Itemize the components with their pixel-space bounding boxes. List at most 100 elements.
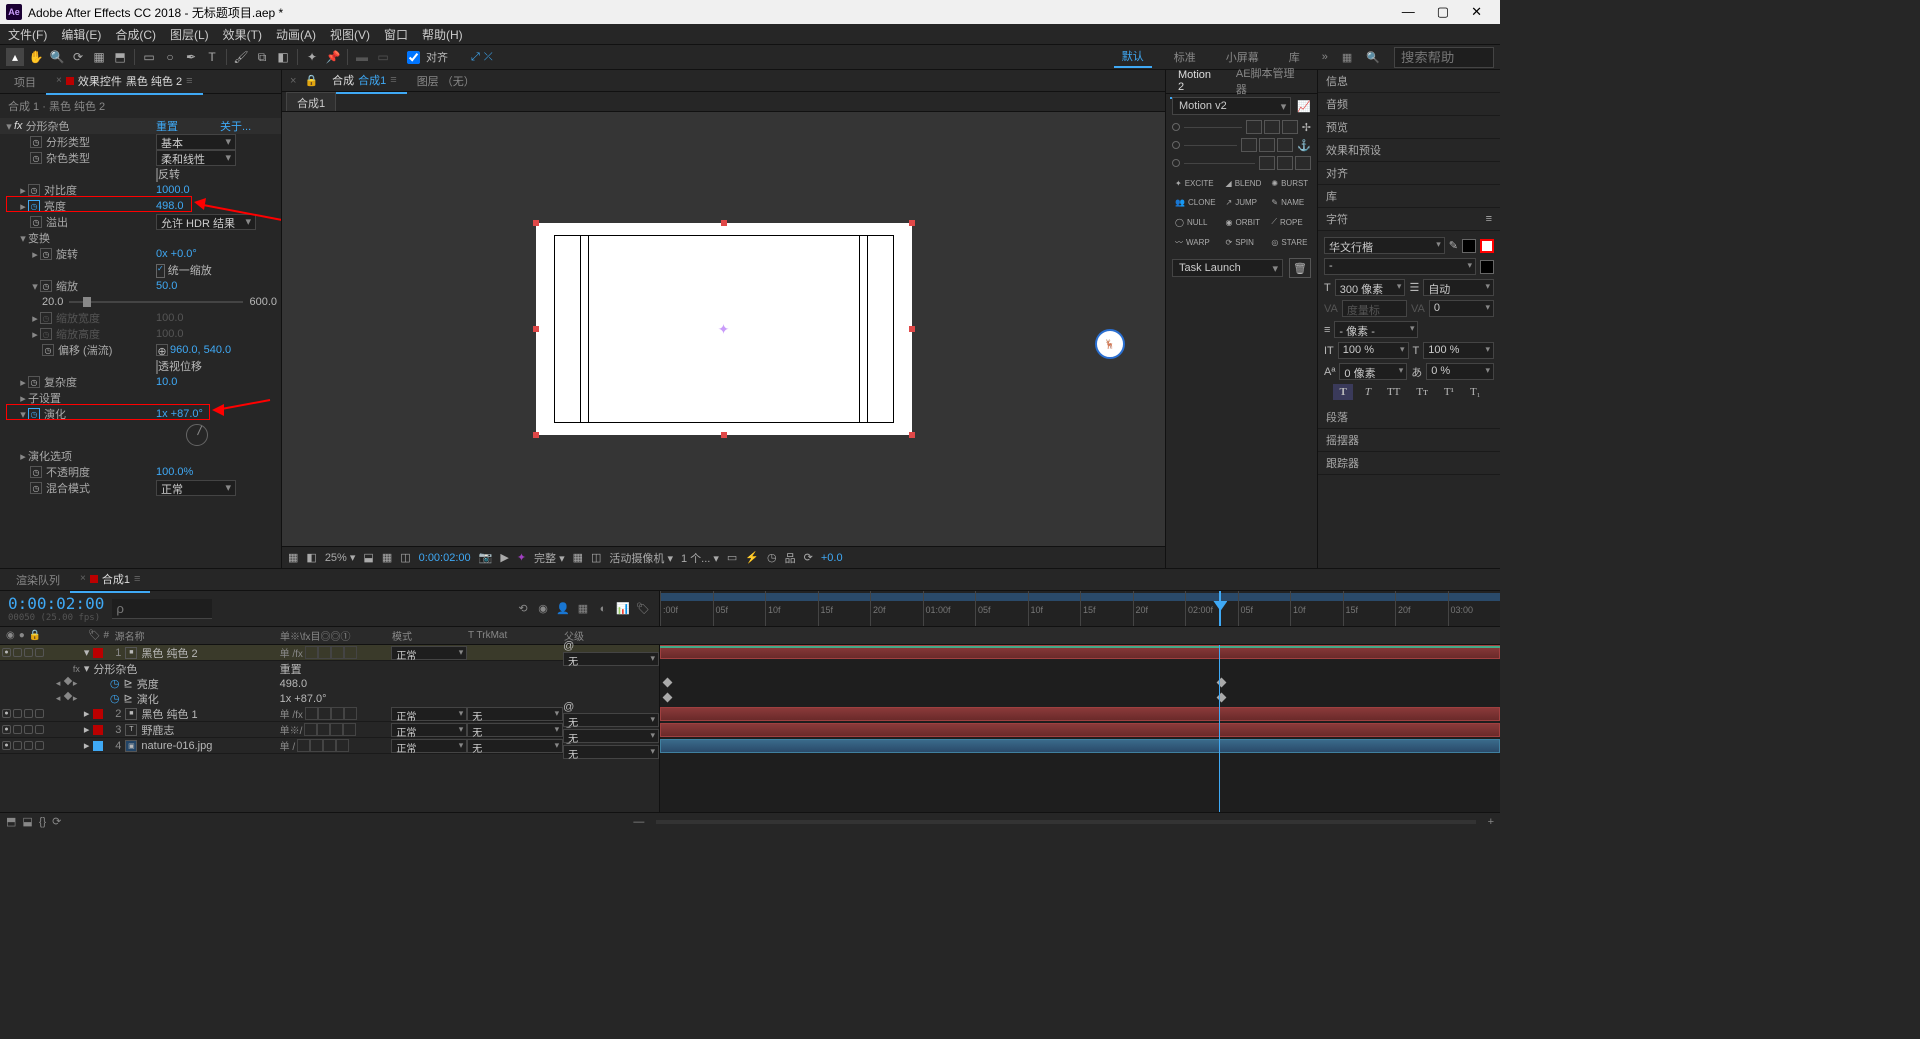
evolution-twirl[interactable]: ▾ <box>18 408 28 421</box>
selection-tool-icon[interactable]: ▴ <box>6 48 24 66</box>
panel-paragraph[interactable]: 段落 <box>1318 406 1500 429</box>
clone-tool-icon[interactable]: ⧉ <box>253 48 271 66</box>
stopwatch-overflow[interactable]: ◷ <box>30 216 42 228</box>
offset-value[interactable]: 960.0, 540.0 <box>170 344 231 356</box>
panel-wiggler[interactable]: 摇摆器 <box>1318 429 1500 452</box>
region-icon[interactable]: ✦ <box>517 551 526 564</box>
eyedropper-icon[interactable]: ✎ <box>1449 239 1458 252</box>
menu-edit[interactable]: 编辑(E) <box>61 26 101 43</box>
anchor-lock-icon[interactable]: ⚓ <box>1297 139 1311 152</box>
anchor-opt-a[interactable] <box>1172 123 1180 131</box>
stopwatch-offset[interactable]: ◷ <box>42 344 54 356</box>
rect-tool-icon[interactable]: ▭ <box>140 48 158 66</box>
brightness-value[interactable]: 498.0 <box>156 200 184 212</box>
tab-render-queue[interactable]: 渲染队列 <box>6 568 70 592</box>
menu-anim[interactable]: 动画(A) <box>276 26 316 43</box>
panel-character[interactable]: 字符 <box>1326 211 1486 227</box>
align-tr[interactable] <box>1282 120 1298 134</box>
views-dd[interactable]: 1 个... ▾ <box>681 550 719 566</box>
minimize-button[interactable]: — <box>1402 4 1415 20</box>
rotation-value[interactable]: 0x +0.0° <box>156 248 197 260</box>
render-icon[interactable]: ⟳ <box>52 815 61 828</box>
panel-library[interactable]: 库 <box>1318 185 1500 208</box>
evolution-dial[interactable] <box>186 424 208 446</box>
graph-editor-icon[interactable]: 📊 <box>615 601 631 617</box>
subscript-button[interactable]: T₁ <box>1466 384 1485 400</box>
tab-layer-none[interactable]: 图层 （无） <box>407 69 485 93</box>
zoom-in-icon[interactable]: + <box>1488 816 1494 828</box>
stopwatch-rotation[interactable]: ◷ <box>40 248 52 260</box>
maximize-button[interactable]: ▢ <box>1437 4 1449 20</box>
search-help-input[interactable] <box>1394 47 1494 68</box>
current-time-indicator[interactable] <box>1219 591 1221 626</box>
visibility-toggle[interactable]: ● <box>2 725 11 734</box>
scale-slider[interactable] <box>69 301 243 303</box>
tag-icon[interactable]: 🏷 <box>635 601 651 617</box>
keyframe-evo-b[interactable] <box>1216 693 1226 703</box>
shy-icon[interactable]: 👤 <box>555 601 571 617</box>
hand-tool-icon[interactable]: ✋ <box>27 48 45 66</box>
comp-tab-lock-icon[interactable]: 🔒 <box>300 70 322 91</box>
kf-prev-bright[interactable]: ◂ <box>56 678 63 689</box>
roto-tool-icon[interactable]: ✦ <box>303 48 321 66</box>
workspace-more-icon[interactable]: » <box>1322 51 1328 63</box>
cti-line[interactable] <box>1219 645 1220 812</box>
col-source-name[interactable]: 源名称 <box>115 628 145 643</box>
scale-twirl[interactable]: ▾ <box>30 280 40 293</box>
layer-row-4[interactable]: ● ▸4▣nature-016.jpg 单 / 正常 无 @ 无 <box>0 738 659 754</box>
brightness-twirl[interactable]: ▸ <box>18 200 28 213</box>
mode-dd-4[interactable]: 正常 <box>391 739 467 753</box>
stopwatch-noise-type[interactable]: ◷ <box>30 152 42 164</box>
faux-bold-button[interactable]: T <box>1333 384 1352 400</box>
menu-help[interactable]: 帮助(H) <box>422 26 463 43</box>
toggle-switches-icon[interactable]: ⬒ <box>6 815 16 828</box>
frame-blend-icon[interactable]: ▦ <box>575 601 591 617</box>
tool-clone[interactable]: 👥 CLONE <box>1172 195 1219 210</box>
pan-behind-tool-icon[interactable]: ⬒ <box>111 48 129 66</box>
tl-bright-value[interactable]: 498.0 <box>280 678 308 690</box>
menu-layer[interactable]: 图层(L) <box>170 26 209 43</box>
contrast-twirl[interactable]: ▸ <box>18 184 28 197</box>
stroke-units-dd[interactable]: - 像素 - <box>1334 321 1418 338</box>
font-family-dd[interactable]: 华文行楷 <box>1324 237 1445 254</box>
align-bc[interactable] <box>1277 156 1293 170</box>
3d-view-icon[interactable]: ◫ <box>591 551 601 564</box>
panel-info[interactable]: 信息 <box>1318 70 1500 93</box>
menu-view[interactable]: 视图(V) <box>330 26 370 43</box>
motion-graph-icon[interactable]: 📈 <box>1297 100 1311 113</box>
tool-warp[interactable]: 〰 WARP <box>1172 234 1219 251</box>
contrast-value[interactable]: 1000.0 <box>156 184 190 196</box>
camera-icon[interactable]: 📷 <box>479 551 493 564</box>
orbit-tool-icon[interactable]: ⟳ <box>69 48 87 66</box>
tool-spin[interactable]: ⟳ SPIN <box>1223 234 1265 251</box>
kf-prev-evo[interactable]: ◂ <box>56 693 63 704</box>
layer-bar-3[interactable] <box>660 723 1500 737</box>
stopwatch-opacity[interactable]: ◷ <box>30 466 42 478</box>
layer-row-3[interactable]: ● ▸3T野鹿志 单※/ 正常 无 @ 无 <box>0 722 659 738</box>
fractal-type-dd[interactable]: 基本 <box>156 134 236 150</box>
res-half-icon[interactable]: ⬓ <box>363 551 373 564</box>
mode-dd-1[interactable]: 正常 <box>391 646 467 660</box>
view-layers-icon[interactable]: ▦ <box>288 551 298 564</box>
tab-effect-controls[interactable]: × 效果控件 黑色 纯色 2 ≡ <box>46 69 203 95</box>
comp-canvas[interactable]: ✦ <box>536 223 912 435</box>
panel-audio[interactable]: 音频 <box>1318 93 1500 116</box>
layer-row-2[interactable]: ● ▸2■黑色 纯色 1 单 /fx 正常 无 @ 无 <box>0 706 659 722</box>
layer-bar-4[interactable] <box>660 739 1500 753</box>
puppet-tool-icon[interactable]: 📌 <box>324 48 342 66</box>
workspace-reset-icon[interactable]: ▦ <box>1342 51 1352 64</box>
zoom-level-dd[interactable]: 25% ▾ <box>325 551 356 564</box>
tab-timeline-comp[interactable]: × 合成1 ≡ <box>70 567 150 593</box>
tab-menu-icon[interactable]: ≡ <box>186 75 192 87</box>
trkmat-dd-2[interactable]: 无 <box>467 707 563 721</box>
stopwatch-complexity[interactable]: ◷ <box>28 376 40 388</box>
align-tl[interactable] <box>1246 120 1262 134</box>
flowchart-icon[interactable]: 品 <box>785 550 796 566</box>
toggle-inout-icon[interactable]: {} <box>39 816 46 828</box>
anchor-tool-icon[interactable]: ✢ <box>1302 121 1311 134</box>
tsume-dd[interactable]: 0 % <box>1426 363 1494 380</box>
toggle-mask-icon[interactable]: ◫ <box>400 551 410 564</box>
snap-checkbox[interactable] <box>407 51 420 64</box>
trash-icon[interactable]: 🗑 <box>1289 258 1311 278</box>
composition-viewer[interactable]: ✦ 🦌 <box>282 112 1165 546</box>
